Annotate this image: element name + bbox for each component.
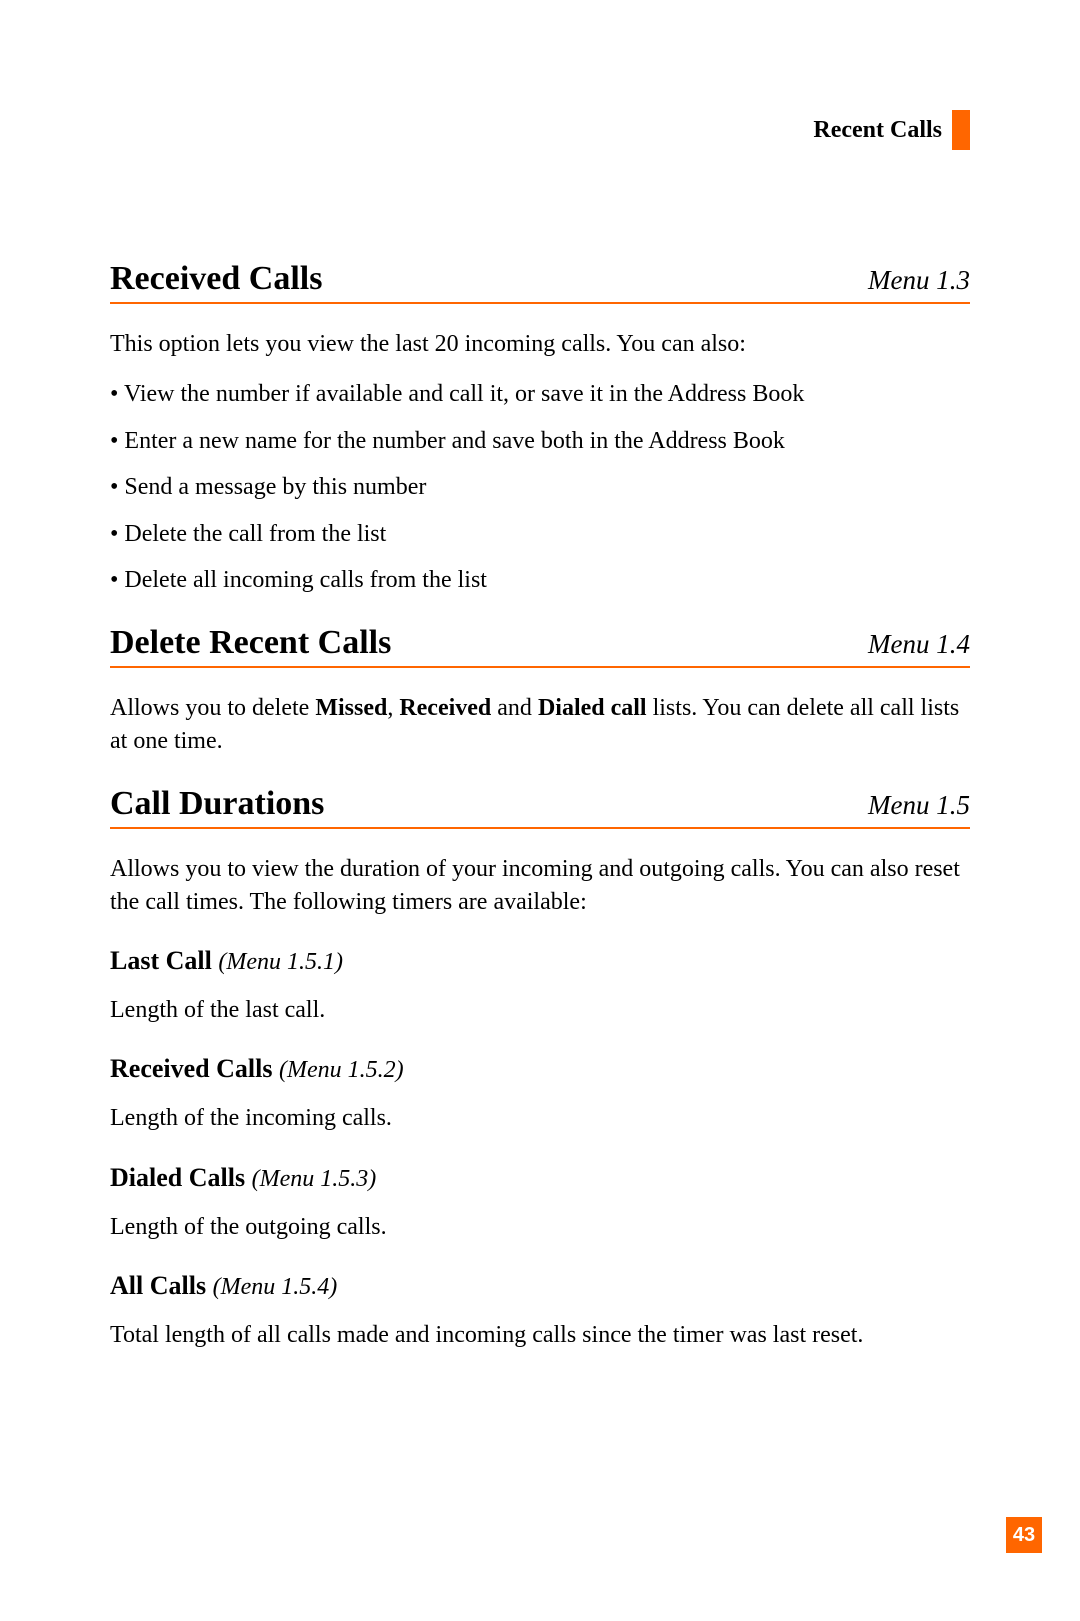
section-head-received-calls: Received Calls Menu 1.3 <box>110 260 970 304</box>
bullet-list: View the number if available and call it… <box>110 378 970 596</box>
subsection-head-dialed-calls: Dialed Calls (Menu 1.5.3) <box>110 1163 970 1193</box>
subsection-body: Total length of all calls made and incom… <box>110 1319 970 1351</box>
section-menu-ref: Menu 1.4 <box>868 629 970 660</box>
section-intro: This option lets you view the last 20 in… <box>110 328 970 360</box>
section-intro: Allows you to view the duration of your … <box>110 853 970 918</box>
section-menu-ref: Menu 1.5 <box>868 790 970 821</box>
subsection-title: All Calls <box>110 1271 206 1300</box>
section-body-rich: Allows you to delete Missed, Received an… <box>110 692 970 757</box>
subsection-title: Received Calls <box>110 1054 272 1083</box>
section-head-call-durations: Call Durations Menu 1.5 <box>110 785 970 829</box>
subsection-title: Dialed Calls <box>110 1163 245 1192</box>
subsection-head-received-calls: Received Calls (Menu 1.5.2) <box>110 1054 970 1084</box>
subsection-body: Length of the last call. <box>110 994 970 1026</box>
running-header-text: Recent Calls <box>813 117 942 144</box>
section-title: Received Calls <box>110 260 322 298</box>
list-item: Enter a new name for the number and save… <box>110 425 970 457</box>
page-number: 43 <box>1013 1524 1035 1547</box>
section-title: Call Durations <box>110 785 324 823</box>
content-area: Received Calls Menu 1.3 This option lets… <box>110 260 970 1351</box>
subsection-head-last-call: Last Call (Menu 1.5.1) <box>110 946 970 976</box>
subsection-menu-ref: (Menu 1.5.3) <box>252 1166 377 1192</box>
subsection-menu-ref: (Menu 1.5.1) <box>218 949 343 975</box>
subsection-head-all-calls: All Calls (Menu 1.5.4) <box>110 1271 970 1301</box>
section-title: Delete Recent Calls <box>110 624 391 662</box>
subsection-body: Length of the outgoing calls. <box>110 1211 970 1243</box>
page-number-badge: 43 <box>1006 1517 1042 1553</box>
section-head-delete-recent-calls: Delete Recent Calls Menu 1.4 <box>110 624 970 668</box>
list-item: Delete all incoming calls from the list <box>110 564 970 596</box>
page: Recent Calls Received Calls Menu 1.3 Thi… <box>0 0 1080 1621</box>
list-item: Delete the call from the list <box>110 518 970 550</box>
list-item: Send a message by this number <box>110 471 970 503</box>
subsection-menu-ref: (Menu 1.5.2) <box>279 1057 404 1083</box>
header-accent-bar <box>952 110 970 150</box>
running-header: Recent Calls <box>813 110 970 150</box>
list-item: View the number if available and call it… <box>110 378 970 410</box>
subsection-title: Last Call <box>110 946 212 975</box>
subsection-body: Length of the incoming calls. <box>110 1102 970 1134</box>
section-menu-ref: Menu 1.3 <box>868 265 970 296</box>
subsection-menu-ref: (Menu 1.5.4) <box>213 1274 338 1300</box>
